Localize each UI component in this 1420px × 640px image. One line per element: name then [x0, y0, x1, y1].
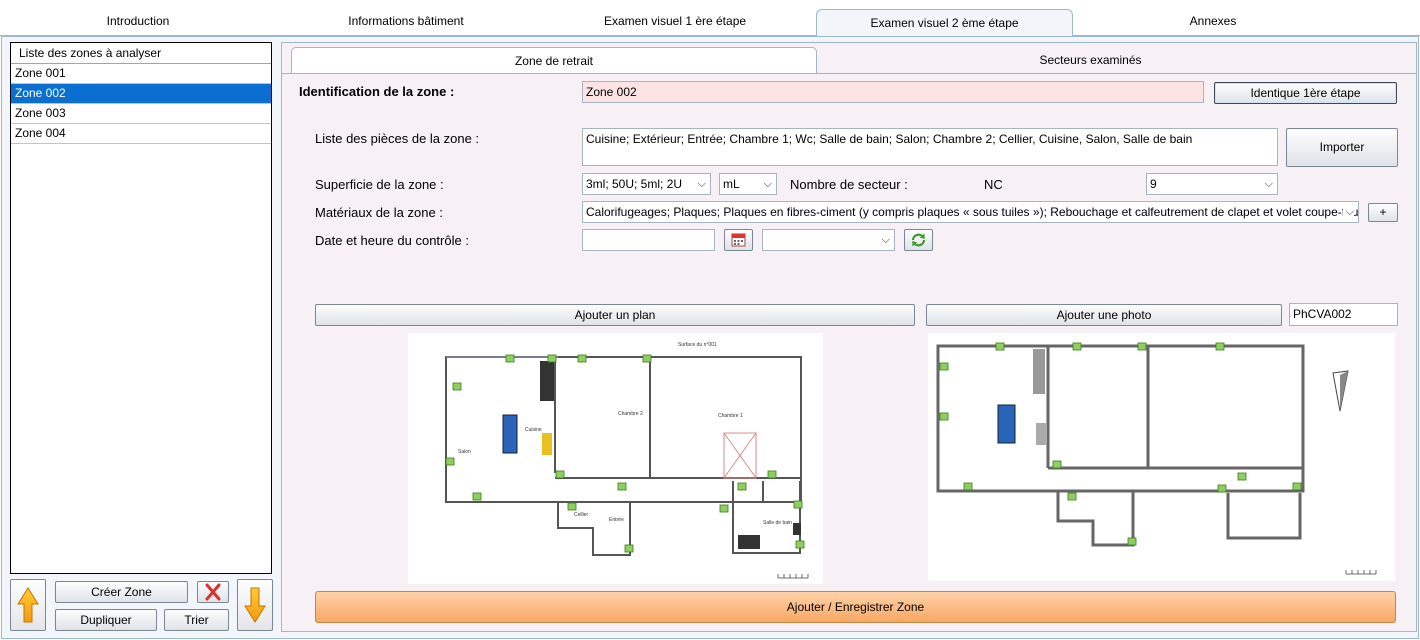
tab-zone-de-retrait[interactable]: Zone de retrait	[291, 47, 817, 74]
save-zone-button[interactable]: Ajouter / Enregistrer Zone	[315, 591, 1396, 623]
plan-room-label: Cellier	[574, 512, 589, 518]
tab-examen-visuel-2[interactable]: Examen visuel 2 ème étape	[816, 9, 1073, 37]
chevron-down-icon: ⌵	[697, 178, 706, 190]
chevron-down-icon: ⌵	[763, 178, 772, 190]
plan-room-label: Chambre 1	[718, 413, 743, 419]
stove-icon	[542, 433, 552, 455]
marker-icons	[939, 342, 1302, 546]
refresh-button[interactable]	[904, 229, 933, 251]
tab-introduction[interactable]: Introduction	[28, 8, 248, 36]
zone-item[interactable]: Zone 003	[11, 104, 271, 124]
materials-value: Calorifugeages; Plaques; Plaques en fibr…	[586, 205, 1359, 219]
kitchen-icon	[1033, 349, 1045, 394]
duplicate-zone-button[interactable]: Dupliquer	[55, 609, 157, 631]
materials-select[interactable]: Calorifugeages; Plaques; Plaques en fibr…	[582, 201, 1359, 223]
chevron-down-icon: ⌵	[881, 234, 890, 246]
zone-item[interactable]: Zone 001	[11, 64, 271, 84]
chevron-down-icon: ⌵	[1264, 178, 1273, 190]
bathtub-icon	[738, 535, 760, 549]
tab-divider	[282, 73, 1416, 74]
move-up-button[interactable]	[10, 579, 46, 631]
plan-room-label: Salle de bain	[763, 520, 792, 526]
plan-scale	[777, 574, 809, 579]
delete-zone-button[interactable]	[197, 581, 229, 603]
sectors-value: 9	[1150, 177, 1157, 191]
zone-item[interactable]: Zone 004	[11, 124, 271, 144]
zone-id-label: Identification de la zone :	[299, 84, 455, 99]
same-as-step1-button[interactable]: Identique 1ère étape	[1214, 82, 1397, 104]
floor-plan-image: Surface du n°001 Chambre 2 Chambre 1 Cui…	[408, 333, 823, 584]
tab-examen-visuel-1[interactable]: Examen visuel 1 ère étape	[565, 8, 785, 36]
import-button[interactable]: Importer	[1286, 128, 1398, 167]
photo-ref-field[interactable]: PhCVA002	[1289, 303, 1398, 326]
sectors-select[interactable]: 9 ⌵	[1146, 173, 1278, 195]
plan-cross	[723, 432, 757, 479]
create-zone-button[interactable]: Créer Zone	[55, 581, 188, 603]
main-tab-bar: Introduction Informations bâtiment Exame…	[0, 0, 1420, 37]
area-value: 3ml; 50U; 5ml; 2U	[586, 177, 683, 191]
plan-title: Surface du n°001	[678, 342, 717, 348]
zone-item-selected[interactable]: Zone 002	[11, 84, 271, 104]
arrow-up-icon	[17, 587, 39, 623]
tab-informations-batiment[interactable]: Informations bâtiment	[296, 8, 516, 36]
refresh-icon	[911, 233, 926, 247]
arrow-down-icon	[244, 587, 266, 623]
area-select[interactable]: 3ml; 50U; 5ml; 2U ⌵	[582, 173, 711, 195]
move-down-button[interactable]	[237, 579, 273, 631]
area-label: Superficie de la zone :	[315, 177, 444, 192]
plan-room-label: Cuisine	[525, 427, 542, 433]
zone-list: Liste des zones à analyser Zone 001 Zone…	[10, 42, 272, 574]
add-plan-button[interactable]: Ajouter un plan	[315, 304, 915, 326]
zone-list-header: Liste des zones à analyser	[11, 43, 271, 64]
photo-scale	[1345, 570, 1377, 575]
stove-icon	[1036, 423, 1046, 445]
sectors-nc: NC	[984, 177, 1003, 192]
delete-icon	[205, 583, 221, 601]
sectors-label: Nombre de secteur :	[790, 177, 908, 192]
area-unit-select[interactable]: mL ⌵	[719, 173, 777, 195]
date-field[interactable]	[582, 229, 715, 251]
calendar-button[interactable]	[724, 229, 753, 251]
chevron-down-icon: ⌵	[1342, 202, 1354, 222]
area-unit-value: mL	[723, 177, 740, 191]
floor-plan-walls	[445, 356, 802, 556]
zone-photo-image	[928, 333, 1395, 581]
sofa-icon	[997, 404, 1016, 444]
photo-walls	[936, 344, 1305, 547]
zone-id-field[interactable]: Zone 002	[582, 81, 1204, 103]
kitchen-icon	[540, 361, 554, 401]
tab-secteurs-examines[interactable]: Secteurs examinés	[827, 47, 1354, 74]
plan-room-label: Chambre 2	[618, 411, 643, 417]
rooms-field[interactable]: Cuisine; Extérieur; Entrée; Chambre 1; W…	[582, 128, 1278, 166]
time-select[interactable]: ⌵	[762, 229, 895, 251]
sink-icon	[793, 523, 801, 535]
sofa-icon	[502, 414, 518, 454]
materials-label: Matériaux de la zone :	[315, 205, 443, 220]
sort-zones-button[interactable]: Trier	[164, 609, 229, 631]
marker-icons	[445, 354, 805, 553]
rooms-label: Liste des pièces de la zone :	[315, 131, 480, 146]
plan-room-label: Entrée	[609, 517, 624, 523]
add-material-button[interactable]: +	[1368, 203, 1398, 222]
tab-annexes[interactable]: Annexes	[1103, 8, 1323, 36]
plan-room-label: Salon	[458, 449, 471, 455]
calendar-icon	[731, 233, 746, 247]
date-label: Date et heure du contrôle :	[315, 233, 469, 248]
add-photo-button[interactable]: Ajouter une photo	[926, 304, 1282, 326]
